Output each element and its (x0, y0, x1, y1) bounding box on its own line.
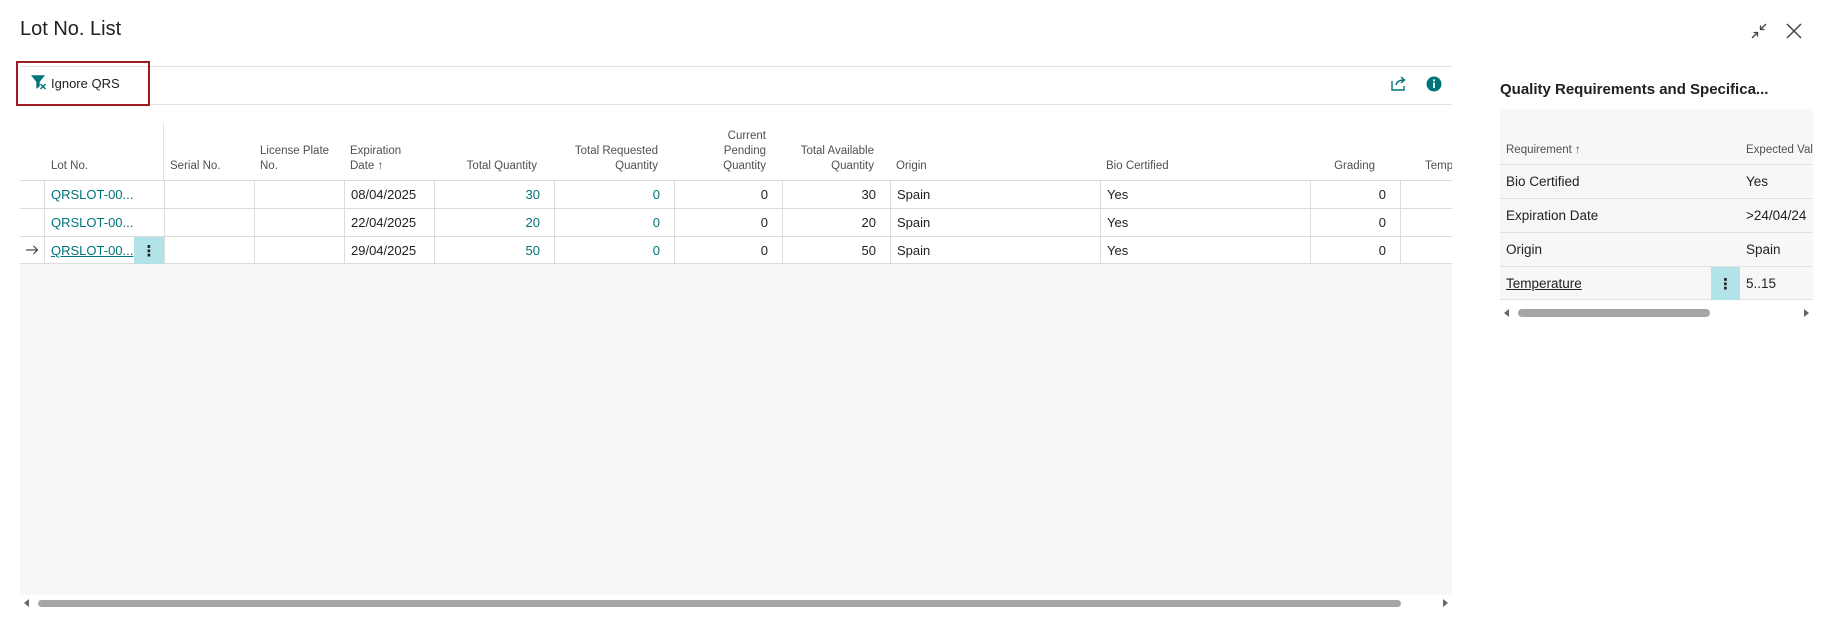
total-quantity-cell[interactable]: 50 (434, 237, 554, 264)
license-plate-cell (254, 209, 344, 236)
ignore-qrs-label: Ignore QRS (51, 76, 120, 91)
column-header-temperature[interactable]: Temp (1425, 123, 1452, 180)
column-header-origin[interactable]: Origin (896, 123, 1016, 180)
column-header-grading[interactable]: Grading (1310, 123, 1375, 180)
factbox-row[interactable]: Origin Spain (1500, 232, 1813, 266)
info-button[interactable] (1425, 76, 1443, 97)
right-arrow-icon (25, 242, 39, 260)
lot-list-grid: Lot No. Serial No. License Plate No. Exp… (20, 123, 1452, 595)
scroll-right-arrow-icon[interactable] (1440, 598, 1450, 608)
factbox-horizontal-scrollbar[interactable] (1500, 307, 1813, 319)
expiration-date-cell: 08/04/2025 (344, 181, 434, 208)
factbox-row-selected[interactable]: Temperature ⋮ 5..15 (1500, 266, 1813, 300)
table-row-selected[interactable]: QRSLOT-00... ⋮ 29/04/2025 50 0 0 50 Spai… (20, 236, 1452, 264)
column-header-expiration-date[interactable]: Expiration Date ↑ (350, 123, 422, 180)
temperature-cell (1400, 237, 1452, 264)
total-available-quantity-cell: 20 (782, 209, 890, 236)
bio-certified-cell: Yes (1100, 237, 1310, 264)
grading-cell: 0 (1310, 237, 1400, 264)
grid-horizontal-scrollbar[interactable] (20, 597, 1452, 609)
factbox-row[interactable]: Expiration Date >24/04/24 (1500, 198, 1813, 232)
temperature-cell (1400, 181, 1452, 208)
share-button[interactable] (1389, 75, 1407, 97)
column-header-lot-no[interactable]: Lot No. (51, 123, 141, 180)
total-available-quantity-cell: 50 (782, 237, 890, 264)
requirement-cell[interactable]: Temperature (1500, 267, 1582, 300)
license-plate-cell (254, 181, 344, 208)
action-bar: Ignore QRS (16, 61, 1452, 106)
factbox-title[interactable]: Quality Requirements and Specifica... (1500, 81, 1768, 98)
current-row-indicator (20, 237, 44, 264)
lot-no-cell[interactable]: QRSLOT-00... (44, 209, 165, 236)
row-menu-button[interactable]: ⋮ (134, 237, 164, 264)
lot-no-cell[interactable]: QRSLOT-00... (44, 181, 165, 208)
column-header-total-quantity[interactable]: Total Quantity (440, 123, 537, 180)
column-header-current-pending-quantity[interactable]: Current Pending Quantity (700, 123, 766, 180)
grading-cell: 0 (1310, 181, 1400, 208)
share-icon (1390, 75, 1407, 97)
page-title: Lot No. List (20, 18, 122, 40)
collapse-arrows-icon (1750, 22, 1768, 40)
origin-cell: Spain (890, 181, 1100, 208)
column-header-license-plate-no[interactable]: License Plate No. (260, 123, 335, 180)
total-quantity-cell[interactable]: 30 (434, 181, 554, 208)
lot-no-cell[interactable]: QRSLOT-00... (44, 237, 135, 264)
info-icon (1426, 76, 1442, 97)
scroll-right-arrow-icon[interactable] (1801, 308, 1811, 318)
column-header-total-requested-quantity[interactable]: Total Requested Quantity (560, 123, 658, 180)
bio-certified-cell: Yes (1100, 181, 1310, 208)
expected-value-cell: Spain (1746, 242, 1781, 257)
current-pending-quantity-cell: 0 (674, 181, 782, 208)
origin-cell: Spain (890, 209, 1100, 236)
scroll-left-arrow-icon[interactable] (1502, 308, 1512, 318)
total-requested-quantity-cell[interactable]: 0 (554, 237, 674, 264)
factbox-row-menu-button[interactable]: ⋮ (1711, 267, 1740, 300)
column-header-requirement[interactable]: Requirement ↑ (1506, 109, 1581, 164)
table-row[interactable]: QRSLOT-00... 22/04/2025 20 0 0 20 Spain … (20, 208, 1452, 236)
scrollbar-thumb[interactable] (1518, 309, 1710, 317)
grading-cell: 0 (1310, 209, 1400, 236)
factbox-row[interactable]: Bio Certified Yes (1500, 164, 1813, 198)
table-row[interactable]: QRSLOT-00... 08/04/2025 30 0 0 30 Spain … (20, 180, 1452, 208)
requirement-cell: Bio Certified (1506, 174, 1580, 189)
bio-certified-cell: Yes (1100, 209, 1310, 236)
serial-no-cell (164, 209, 254, 236)
total-requested-quantity-cell[interactable]: 0 (554, 209, 674, 236)
column-header-serial-no[interactable]: Serial No. (170, 123, 250, 180)
serial-no-cell (164, 181, 254, 208)
expected-value-cell: >24/04/24 (1746, 208, 1807, 223)
current-pending-quantity-cell: 0 (674, 237, 782, 264)
grid-header: Lot No. Serial No. License Plate No. Exp… (20, 123, 1452, 180)
close-button[interactable] (1783, 20, 1805, 42)
current-pending-quantity-cell: 0 (674, 209, 782, 236)
expected-value-cell: Yes (1746, 174, 1769, 189)
requirement-cell: Origin (1506, 242, 1543, 257)
requirement-cell: Expiration Date (1506, 208, 1599, 223)
total-requested-quantity-cell[interactable]: 0 (554, 181, 674, 208)
scroll-left-arrow-icon[interactable] (22, 598, 32, 608)
total-available-quantity-cell: 30 (782, 181, 890, 208)
filter-clear-icon (31, 74, 47, 93)
column-header-bio-certified[interactable]: Bio Certified (1106, 123, 1256, 180)
column-header-expected-value[interactable]: Expected Val (1746, 109, 1813, 164)
serial-no-cell (164, 237, 254, 264)
license-plate-cell (254, 237, 344, 264)
expected-value-cell: 5..15 (1746, 276, 1777, 291)
temperature-cell (1400, 209, 1452, 236)
column-header-total-available-quantity[interactable]: Total Available Quantity (790, 123, 874, 180)
scrollbar-thumb[interactable] (38, 600, 1401, 607)
factbox-header: Requirement ↑ Expected Val (1500, 109, 1813, 164)
total-quantity-cell[interactable]: 20 (434, 209, 554, 236)
expiration-date-cell: 29/04/2025 (344, 237, 434, 264)
expiration-date-cell: 22/04/2025 (344, 209, 434, 236)
quality-requirements-factbox: Requirement ↑ Expected Val Bio Certified… (1500, 109, 1813, 300)
ignore-qrs-button[interactable]: Ignore QRS (16, 61, 150, 106)
origin-cell: Spain (890, 237, 1100, 264)
collapse-button[interactable] (1748, 20, 1770, 42)
close-icon (1785, 22, 1803, 40)
